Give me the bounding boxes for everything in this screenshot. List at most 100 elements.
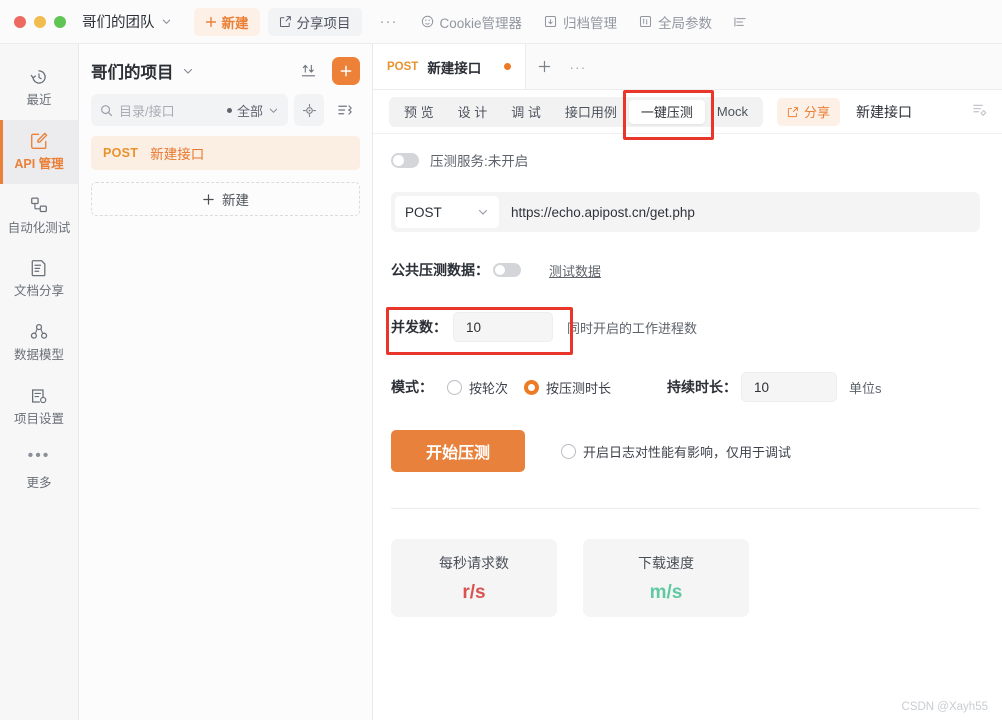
window-controls[interactable] xyxy=(14,15,66,28)
cookie-icon xyxy=(421,15,434,28)
http-method-value: POST xyxy=(405,204,442,220)
mode-option-label: 按压测时长 xyxy=(546,380,612,396)
share-button[interactable]: 分享 xyxy=(776,97,840,126)
maximize-window-button[interactable] xyxy=(54,15,66,28)
document-tab[interactable]: POST 新建接口 xyxy=(373,44,527,89)
cookie-manager-label: Cookie管理器 xyxy=(439,15,523,31)
api-edit-icon xyxy=(0,131,78,151)
sidebar-item-project-settings[interactable]: 项目设置 xyxy=(0,375,78,439)
sidebar-item-label: 最近 xyxy=(26,93,52,107)
stress-service-label: 压测服务:未开启 xyxy=(430,154,529,169)
archive-manager-button[interactable]: 归档管理 xyxy=(533,12,628,32)
archive-icon xyxy=(544,15,557,28)
duration-unit: 单位s xyxy=(849,380,882,396)
tab-more-button[interactable]: ··· xyxy=(563,44,592,89)
sidebar-item-data-model[interactable]: 数据模型 xyxy=(0,311,78,375)
document-share-icon xyxy=(0,258,78,278)
stat-title: 每秒请求数 xyxy=(439,554,509,571)
global-params-button[interactable]: 全局参数 xyxy=(628,12,723,32)
list-item[interactable]: POST 新建接口 xyxy=(91,136,360,170)
search-input[interactable]: 目录/接口 全部 xyxy=(91,94,288,126)
request-url-input[interactable]: https://echo.apipost.cn/get.php xyxy=(511,205,695,220)
duration-input[interactable]: 10 xyxy=(741,372,838,402)
view-tabs: 预 览 设 计 调 试 接口用例 一键压测 Mock xyxy=(389,96,763,127)
tab-preview[interactable]: 预 览 xyxy=(392,100,446,124)
search-icon xyxy=(100,104,113,117)
start-stress-test-button[interactable]: 开始压测 xyxy=(391,430,525,472)
concurrency-hint: 同时开启的工作进程数 xyxy=(567,320,698,336)
plus-icon xyxy=(202,193,215,206)
stress-test-panel: 压测服务:未开启 POST https://echo.apipost.cn/ge… xyxy=(373,134,1002,720)
add-api-button[interactable] xyxy=(332,57,360,85)
stat-title: 下载速度 xyxy=(638,554,694,571)
interface-name-field[interactable]: 新建接口 xyxy=(856,102,912,122)
http-method-select[interactable]: POST xyxy=(395,196,499,228)
close-window-button[interactable] xyxy=(14,15,26,28)
tab-design[interactable]: 设 计 xyxy=(446,100,500,124)
locate-button[interactable] xyxy=(294,94,324,126)
stat-value: r/s xyxy=(462,581,486,603)
new-button-label: 新建 xyxy=(221,15,249,31)
main-area: POST 新建接口 ··· 预 览 设 计 调 试 接口用例 一键压测 Mock xyxy=(373,44,1002,720)
sort-button[interactable] xyxy=(330,94,360,126)
request-url-bar: POST https://echo.apipost.cn/get.php xyxy=(391,192,980,232)
start-row: 开始压测 开启日志对性能有影响，仅用于调试 xyxy=(391,430,980,472)
sidebar-item-label: 项目设置 xyxy=(13,411,64,426)
tab-api-cases[interactable]: 接口用例 xyxy=(553,100,629,124)
project-search-row: 目录/接口 全部 xyxy=(91,94,360,126)
team-selector[interactable]: 哥们的团队 xyxy=(82,11,172,32)
tab-debug[interactable]: 调 试 xyxy=(499,100,553,124)
titlebar-more-button[interactable]: ··· xyxy=(368,13,410,30)
sidebar-item-recent[interactable]: 最近 xyxy=(0,56,78,120)
share-project-button[interactable]: 分享项目 xyxy=(267,7,362,36)
left-nav-rail: 最近 API 管理 自动化测试 文档分享 数据模型 项目设置 ••• 更多 xyxy=(0,44,79,720)
public-data-row: 公共压测数据： 测试数据 xyxy=(391,260,980,280)
tab-title: 新建接口 xyxy=(427,60,482,76)
global-params-icon xyxy=(639,15,652,28)
sidebar-item-more[interactable]: ••• 更多 xyxy=(0,439,78,503)
tab-stress-test[interactable]: 一键压测 xyxy=(628,99,705,124)
stat-card-download-speed: 下载速度 m/s xyxy=(583,539,749,617)
edit-description-icon[interactable] xyxy=(964,102,996,122)
cookie-manager-button[interactable]: Cookie管理器 xyxy=(410,12,534,32)
import-export-button[interactable] xyxy=(294,57,322,85)
archive-manager-label: 归档管理 xyxy=(563,15,618,31)
project-header: 哥们的项目 xyxy=(91,44,360,92)
history-icon xyxy=(0,67,78,87)
global-params-label: 全局参数 xyxy=(658,15,713,31)
mode-option-rounds[interactable]: 按轮次 xyxy=(447,378,508,397)
public-data-toggle[interactable] xyxy=(493,263,521,277)
sidebar-item-automation-test[interactable]: 自动化测试 xyxy=(0,184,78,248)
share-button-label: 分享 xyxy=(803,105,830,120)
sidebar-item-api-management[interactable]: API 管理 xyxy=(0,119,78,184)
create-new-label: 新建 xyxy=(222,193,249,208)
more-dots-icon: ••• xyxy=(27,446,51,464)
chevron-down-icon[interactable] xyxy=(182,65,194,77)
radio-icon xyxy=(524,379,540,395)
duration-label: 持续时长： xyxy=(667,379,738,395)
layout-toggle-button[interactable] xyxy=(723,15,760,29)
add-tab-button[interactable] xyxy=(526,44,563,89)
sidebar-item-document-share[interactable]: 文档分享 xyxy=(0,247,78,311)
tab-mock[interactable]: Mock xyxy=(705,100,760,124)
view-toolbar: 预 览 设 计 调 试 接口用例 一键压测 Mock 分享 新建接口 xyxy=(373,90,1002,134)
chevron-down-icon xyxy=(268,105,279,116)
sidebar-item-label: API 管理 xyxy=(14,156,64,171)
team-name: 哥们的团队 xyxy=(82,15,155,31)
project-settings-icon xyxy=(0,386,78,406)
project-title[interactable]: 哥们的项目 xyxy=(91,59,174,83)
new-button[interactable]: 新建 xyxy=(193,7,260,36)
concurrency-input[interactable]: 10 xyxy=(453,312,553,342)
minimize-window-button[interactable] xyxy=(34,15,46,28)
app-body: 最近 API 管理 自动化测试 文档分享 数据模型 项目设置 ••• 更多 哥们… xyxy=(0,44,1002,720)
stat-card-rps: 每秒请求数 r/s xyxy=(391,539,557,617)
tab-method-badge: POST xyxy=(387,60,419,73)
search-scope-dropdown[interactable]: 全部 xyxy=(226,101,279,120)
enable-log-checkbox[interactable]: 开启日志对性能有影响，仅用于调试 xyxy=(561,442,791,461)
chevron-down-icon xyxy=(477,206,489,218)
api-method-badge: POST xyxy=(103,146,139,160)
stress-service-toggle[interactable] xyxy=(391,152,419,168)
mode-option-duration[interactable]: 按压测时长 xyxy=(524,378,611,397)
test-data-link[interactable]: 测试数据 xyxy=(549,261,601,280)
create-new-button[interactable]: 新建 xyxy=(91,182,360,216)
